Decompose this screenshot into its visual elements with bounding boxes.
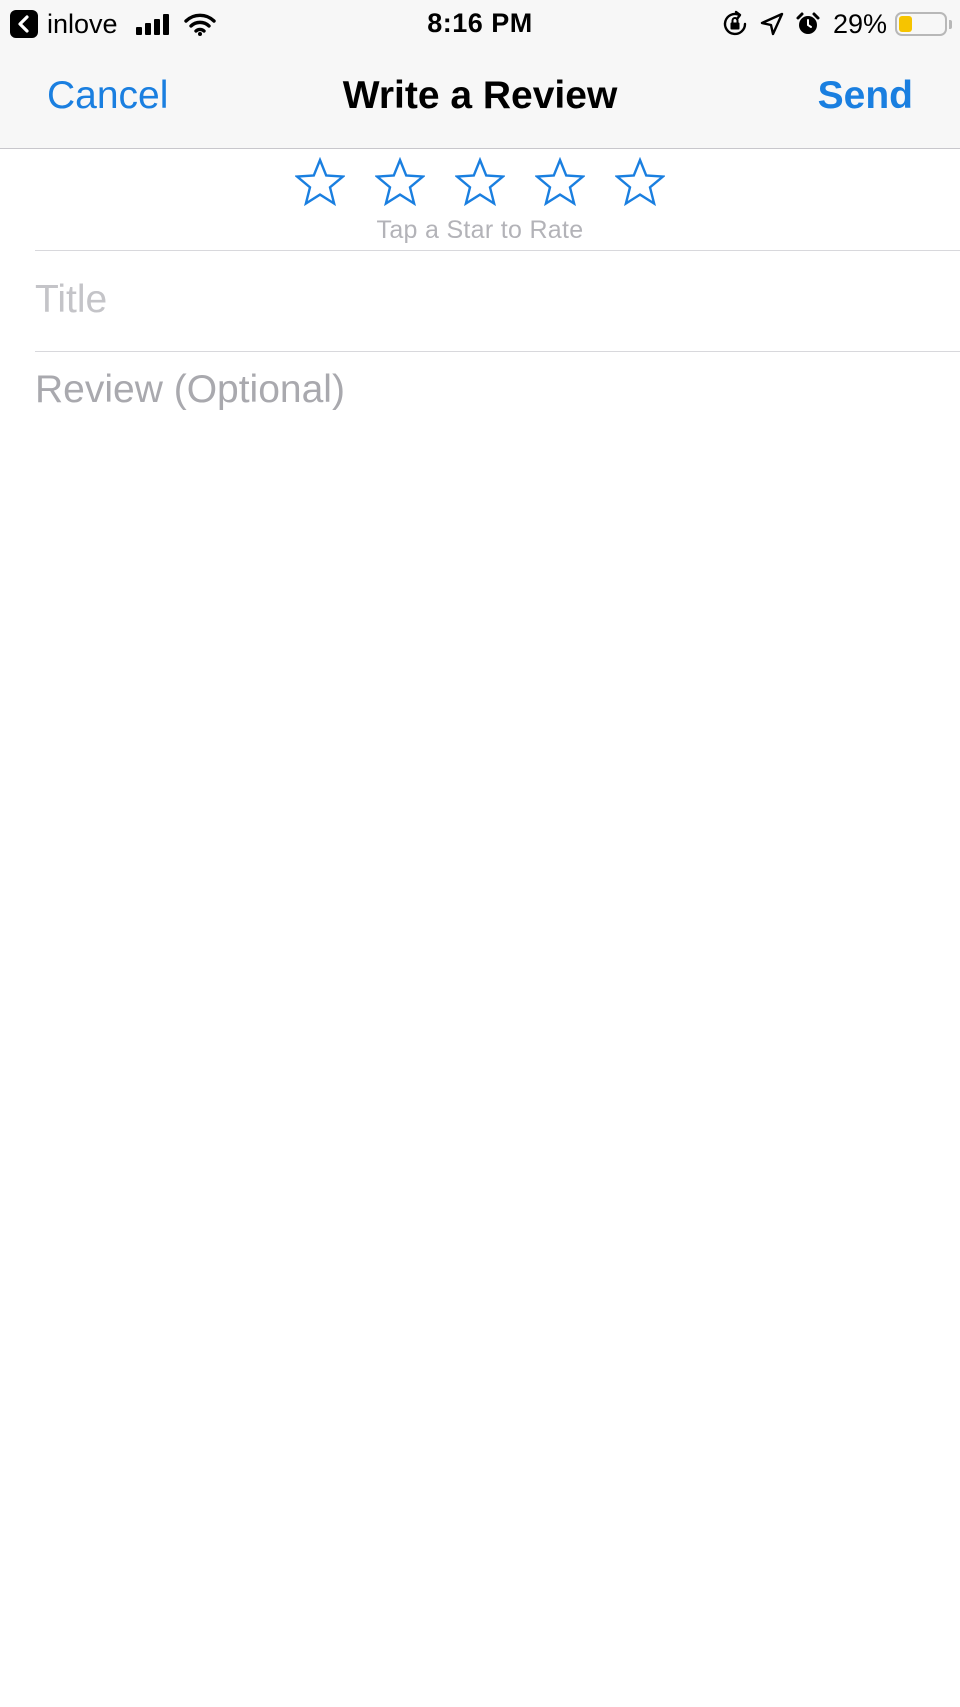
star-outline-icon[interactable] bbox=[535, 157, 585, 207]
battery-level-fill bbox=[899, 16, 912, 32]
review-input[interactable] bbox=[35, 368, 915, 1668]
star-outline-icon[interactable] bbox=[615, 157, 665, 207]
star-outline-icon[interactable] bbox=[295, 157, 345, 207]
star-outline-icon[interactable] bbox=[455, 157, 505, 207]
title-input[interactable] bbox=[35, 268, 915, 332]
divider-rating bbox=[35, 250, 960, 251]
status-bar: inlove 8:16 PM 29% bbox=[0, 0, 960, 48]
navigation-bar: Cancel Write a Review Send bbox=[0, 48, 960, 149]
alarm-icon bbox=[796, 12, 820, 34]
star-outline-icon[interactable] bbox=[375, 157, 425, 207]
location-icon bbox=[760, 12, 784, 36]
battery-percent: 29% bbox=[832, 8, 887, 39]
page-title: Write a Review bbox=[342, 74, 618, 117]
orientation-lock-icon bbox=[723, 10, 747, 36]
battery-nub bbox=[949, 19, 952, 29]
rating-hint: Tap a Star to Rate bbox=[376, 216, 584, 244]
divider-title bbox=[35, 351, 960, 352]
battery-icon bbox=[895, 12, 947, 36]
send-button[interactable]: Send bbox=[818, 74, 913, 118]
status-right: 29% bbox=[711, 8, 952, 40]
star-rating bbox=[0, 157, 960, 207]
